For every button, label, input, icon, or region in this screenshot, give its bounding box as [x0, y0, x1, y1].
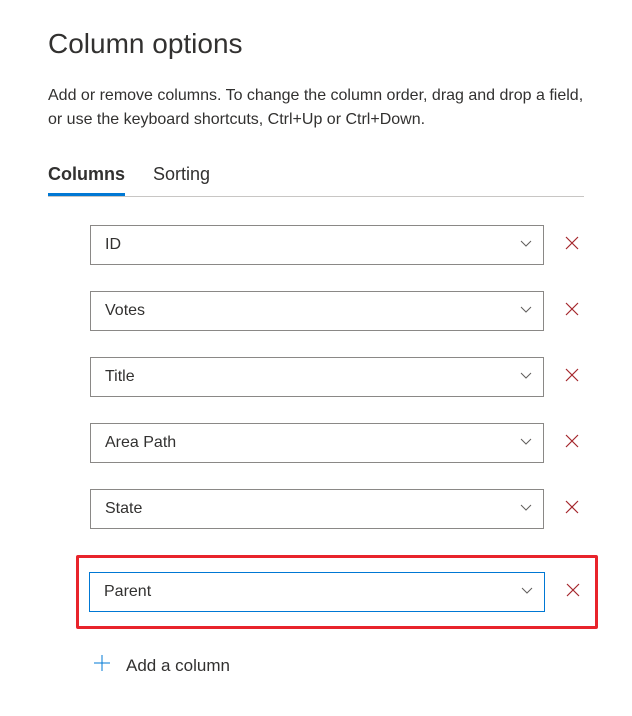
tab-bar: Columns Sorting	[48, 164, 584, 197]
remove-column-button[interactable]	[560, 301, 584, 322]
column-list: ID Votes Title	[48, 225, 584, 679]
remove-column-button[interactable]	[560, 499, 584, 520]
chevron-down-icon	[519, 500, 533, 519]
column-select-label: Votes	[105, 302, 145, 320]
close-icon	[564, 433, 580, 454]
column-select-parent[interactable]: Parent	[89, 572, 545, 612]
add-column-label: Add a column	[126, 656, 230, 676]
remove-column-button[interactable]	[561, 582, 585, 603]
remove-column-button[interactable]	[560, 235, 584, 256]
plus-icon	[92, 653, 112, 679]
close-icon	[565, 582, 581, 603]
column-row: Area Path	[90, 423, 584, 463]
column-select-label: Title	[105, 368, 135, 386]
column-row: Parent	[89, 572, 585, 612]
close-icon	[564, 235, 580, 256]
column-row: Title	[90, 357, 584, 397]
chevron-down-icon	[519, 434, 533, 453]
add-column-button[interactable]: Add a column	[90, 653, 584, 679]
tab-sorting[interactable]: Sorting	[153, 164, 210, 196]
column-select-label: Parent	[104, 583, 151, 601]
close-icon	[564, 301, 580, 322]
column-row: ID	[90, 225, 584, 265]
remove-column-button[interactable]	[560, 367, 584, 388]
highlighted-column-row: Parent	[76, 555, 598, 629]
column-select-area-path[interactable]: Area Path	[90, 423, 544, 463]
column-select-votes[interactable]: Votes	[90, 291, 544, 331]
chevron-down-icon	[519, 368, 533, 387]
page-title: Column options	[48, 28, 584, 60]
remove-column-button[interactable]	[560, 433, 584, 454]
close-icon	[564, 499, 580, 520]
column-select-id[interactable]: ID	[90, 225, 544, 265]
chevron-down-icon	[520, 583, 534, 602]
chevron-down-icon	[519, 302, 533, 321]
column-select-title[interactable]: Title	[90, 357, 544, 397]
column-select-state[interactable]: State	[90, 489, 544, 529]
column-row: Votes	[90, 291, 584, 331]
column-select-label: ID	[105, 236, 121, 254]
close-icon	[564, 367, 580, 388]
column-select-label: State	[105, 500, 142, 518]
description-text: Add or remove columns. To change the col…	[48, 84, 584, 132]
chevron-down-icon	[519, 236, 533, 255]
tab-columns[interactable]: Columns	[48, 164, 125, 196]
column-select-label: Area Path	[105, 434, 176, 452]
column-row: State	[90, 489, 584, 529]
